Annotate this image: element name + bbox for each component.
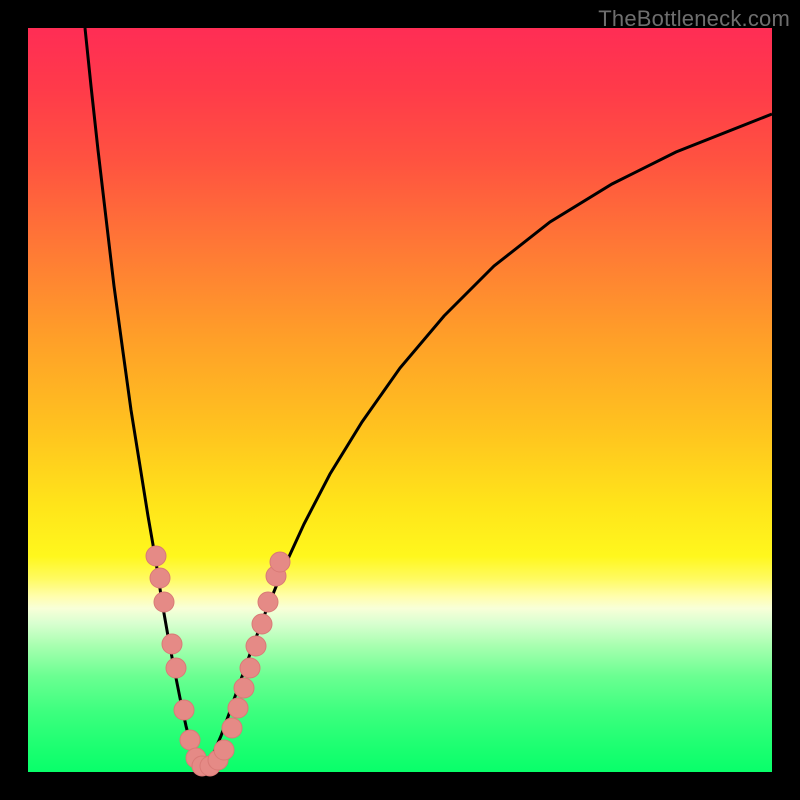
curve-right-branch	[208, 114, 772, 764]
data-point	[180, 730, 200, 750]
data-point	[154, 592, 174, 612]
data-point	[214, 740, 234, 760]
data-point	[146, 546, 166, 566]
plot-area	[28, 28, 772, 772]
data-point	[240, 658, 260, 678]
data-point-markers	[146, 546, 290, 776]
data-point	[270, 552, 290, 572]
watermark-text: TheBottleneck.com	[598, 6, 790, 32]
data-point	[246, 636, 266, 656]
data-point	[234, 678, 254, 698]
data-point	[222, 718, 242, 738]
data-point	[258, 592, 278, 612]
data-point	[228, 698, 248, 718]
data-point	[174, 700, 194, 720]
data-point	[252, 614, 272, 634]
data-point	[150, 568, 170, 588]
curve-left-branch	[85, 28, 198, 764]
chart-svg	[28, 28, 772, 772]
data-point	[166, 658, 186, 678]
data-point	[162, 634, 182, 654]
